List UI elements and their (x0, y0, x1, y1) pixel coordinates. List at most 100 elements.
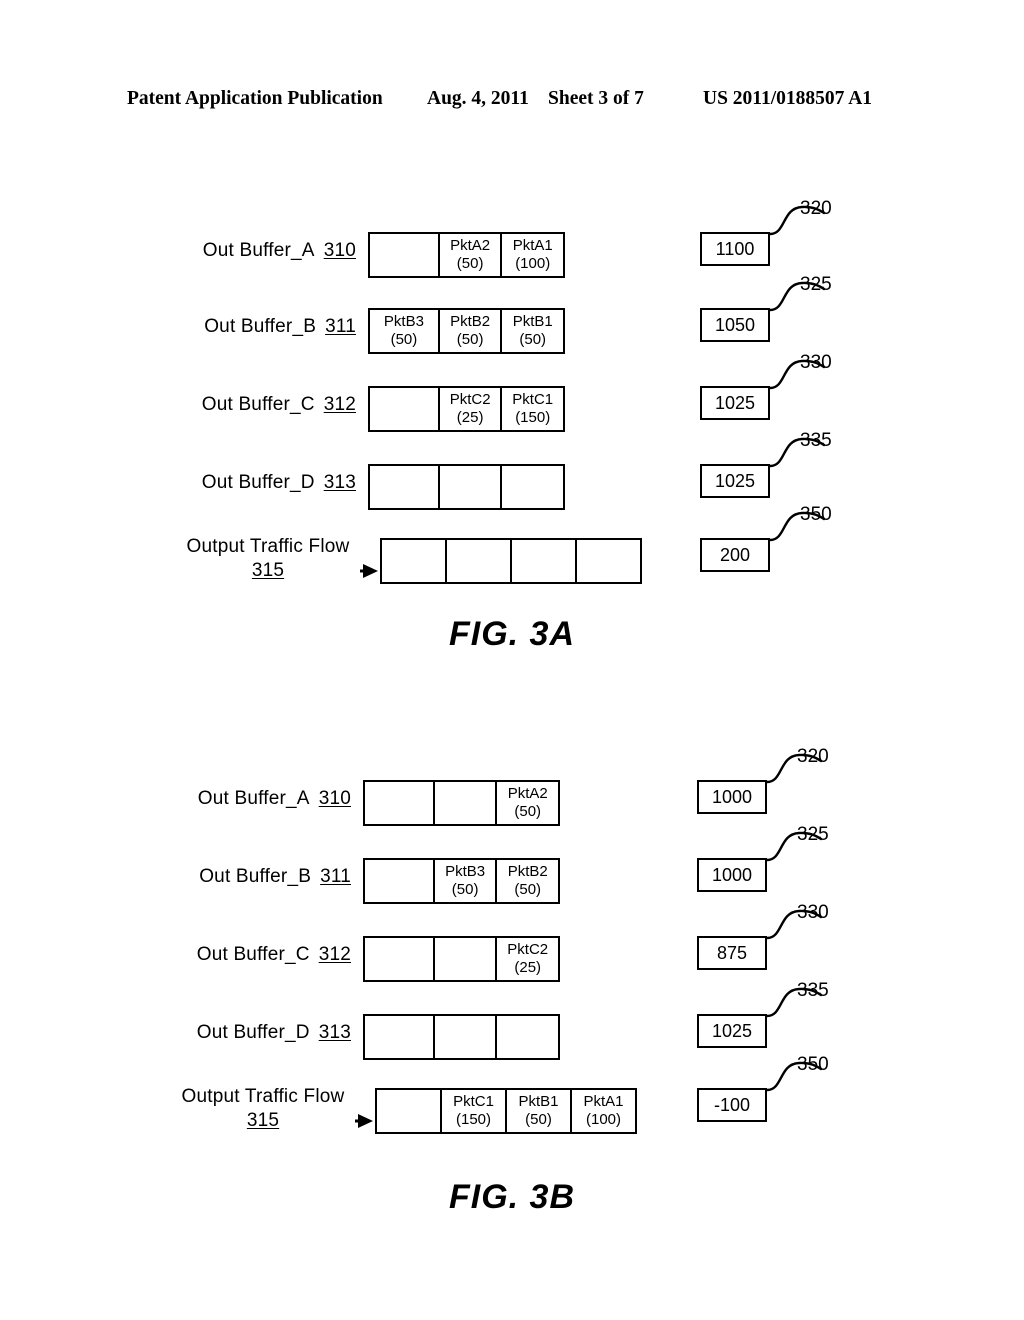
credit-value-box: 1100 (700, 232, 770, 266)
packet-cell: PktC1 (150) (442, 1090, 507, 1132)
value-reference-number: 350 (800, 504, 832, 525)
empty-cell (435, 938, 498, 980)
packet-size: (100) (585, 1111, 622, 1128)
out-buffer-row: Out Buffer_D 313 (0, 1004, 1024, 1062)
packet-size: (50) (451, 881, 479, 898)
out-buffer (368, 464, 565, 510)
out-buffer-row: Out Buffer_C 312 PktC2 (25) (0, 926, 1024, 984)
packet-size: (25) (456, 409, 484, 426)
out-buffer-row: Out Buffer_C 312 PktC2 (25) PktC1 (150) (0, 376, 1024, 434)
empty-cell (370, 466, 440, 508)
packet-name: PktC2 (449, 391, 491, 409)
empty-cell (497, 1016, 558, 1058)
row-label: Out Buffer_C 312 (180, 376, 356, 434)
empty-cell (502, 466, 563, 508)
figure-3b: Out Buffer_A 310 PktA2 (50) 1000 320 Out Buffe… (0, 738, 1024, 1216)
out-buffer: PktA2 (50) (363, 780, 560, 826)
packet-name: PktA2 (507, 785, 548, 803)
row-label-text: Out Buffer_A (197, 788, 310, 809)
empty-cell (365, 1016, 435, 1058)
output-traffic-flow-row: Output Traffic Flow 315 (0, 528, 1024, 586)
output-traffic-flow-buffer (380, 538, 642, 584)
row-reference-number: 311 (320, 866, 351, 887)
packet-name: PktA1 (583, 1093, 624, 1111)
packet-name: PktB1 (512, 313, 553, 331)
packet-size: (50) (456, 331, 484, 348)
row-label-text: Output Traffic Flow (186, 536, 350, 557)
packet-size: (50) (456, 255, 484, 272)
packet-size: (100) (515, 255, 551, 272)
output-traffic-flow-buffer: PktC1 (150) PktB1 (50) PktA1 (100) (375, 1088, 637, 1134)
empty-cell (577, 540, 640, 582)
row-label-text: Out Buffer_C (201, 394, 315, 415)
packet-cell: PktB2 (50) (440, 310, 503, 352)
credit-value-box: 1000 (697, 780, 767, 814)
packet-size: (25) (514, 959, 542, 976)
packet-name: PktB1 (518, 1093, 559, 1111)
packet-name: PktC1 (453, 1093, 494, 1111)
value-reference-number: 320 (797, 746, 829, 767)
row-reference-number: 315 (246, 1109, 280, 1131)
empty-cell (440, 466, 503, 508)
packet-cell: PktB3 (50) (370, 310, 440, 352)
row-label-text: Output Traffic Flow (181, 1086, 345, 1107)
row-label: Out Buffer_B 311 (180, 298, 356, 356)
out-buffer-row: Out Buffer_D 313 (0, 454, 1024, 512)
page-header: Patent Application Publication Aug. 4, 2… (0, 88, 1024, 114)
row-label: Out Buffer_C 312 (175, 926, 351, 984)
row-label-text: Out Buffer_D (196, 1022, 310, 1043)
row-label-text: Out Buffer_A (202, 240, 315, 261)
out-buffer: PktA2 (50) PktA1 (100) (368, 232, 565, 278)
value-reference-number: 320 (800, 198, 832, 219)
empty-cell (370, 234, 440, 276)
row-reference-number: 310 (323, 240, 356, 261)
out-buffer: PktB3 (50) PktB2 (50) (363, 858, 560, 904)
packet-name: PktB3 (445, 863, 486, 881)
row-label: Out Buffer_A 310 (180, 222, 356, 280)
value-reference-number: 330 (800, 352, 832, 373)
empty-cell (435, 782, 498, 824)
out-buffer-row: Out Buffer_A 310 PktA2 (50) PktA1 (100) (0, 222, 1024, 280)
out-buffer: PktC2 (25) (363, 936, 560, 982)
packet-size: (50) (514, 803, 542, 820)
publication-date: Aug. 4, 2011 (427, 88, 529, 109)
row-reference-number: 315 (251, 559, 285, 581)
packet-cell: PktC2 (25) (497, 938, 558, 980)
row-label: Out Buffer_B 311 (175, 848, 351, 906)
credit-value-box: 1025 (697, 1014, 767, 1048)
credit-value-box: 1000 (697, 858, 767, 892)
row-label: Out Buffer_D 313 (180, 454, 356, 512)
row-label-text: Out Buffer_B (204, 316, 317, 337)
empty-cell (370, 388, 440, 430)
value-reference-number: 350 (797, 1054, 829, 1075)
row-reference-number: 310 (318, 788, 351, 809)
empty-cell (512, 540, 577, 582)
row-label: Output Traffic Flow 315 (175, 1078, 351, 1136)
packet-size: (150) (515, 409, 551, 426)
row-label-text: Out Buffer_D (201, 472, 315, 493)
packet-cell: PktA1 (100) (572, 1090, 635, 1132)
value-reference-number: 335 (800, 430, 832, 451)
packet-cell: PktB2 (50) (497, 860, 558, 902)
credit-value: 1100 (715, 238, 755, 259)
flow-arrow-icon (360, 561, 378, 581)
credit-value-box: 200 (700, 538, 770, 572)
packet-name: PktC2 (507, 941, 549, 959)
row-reference-number: 313 (323, 472, 356, 493)
credit-value: 1025 (714, 470, 756, 491)
credit-value-box: 1025 (700, 386, 770, 420)
packet-size: (50) (390, 331, 418, 348)
credit-value-box: -100 (697, 1088, 767, 1122)
row-label: Out Buffer_D 313 (175, 1004, 351, 1062)
packet-cell: PktB1 (50) (507, 1090, 572, 1132)
out-buffer: PktB3 (50) PktB2 (50) PktB1 (50) (368, 308, 565, 354)
packet-name: PktA1 (512, 237, 553, 255)
credit-value: -100 (713, 1094, 751, 1115)
packet-cell: PktA2 (50) (440, 234, 503, 276)
figure-3a: Out Buffer_A 310 PktA2 (50) PktA1 (100) 1100 32… (0, 190, 1024, 653)
out-buffer-row: Out Buffer_A 310 PktA2 (50) (0, 770, 1024, 828)
out-buffer: PktC2 (25) PktC1 (150) (368, 386, 565, 432)
row-label: Out Buffer_A 310 (175, 770, 351, 828)
credit-value-box: 1025 (700, 464, 770, 498)
out-buffer-row: Out Buffer_B 311 PktB3 (50) PktB2 (50) (0, 848, 1024, 906)
